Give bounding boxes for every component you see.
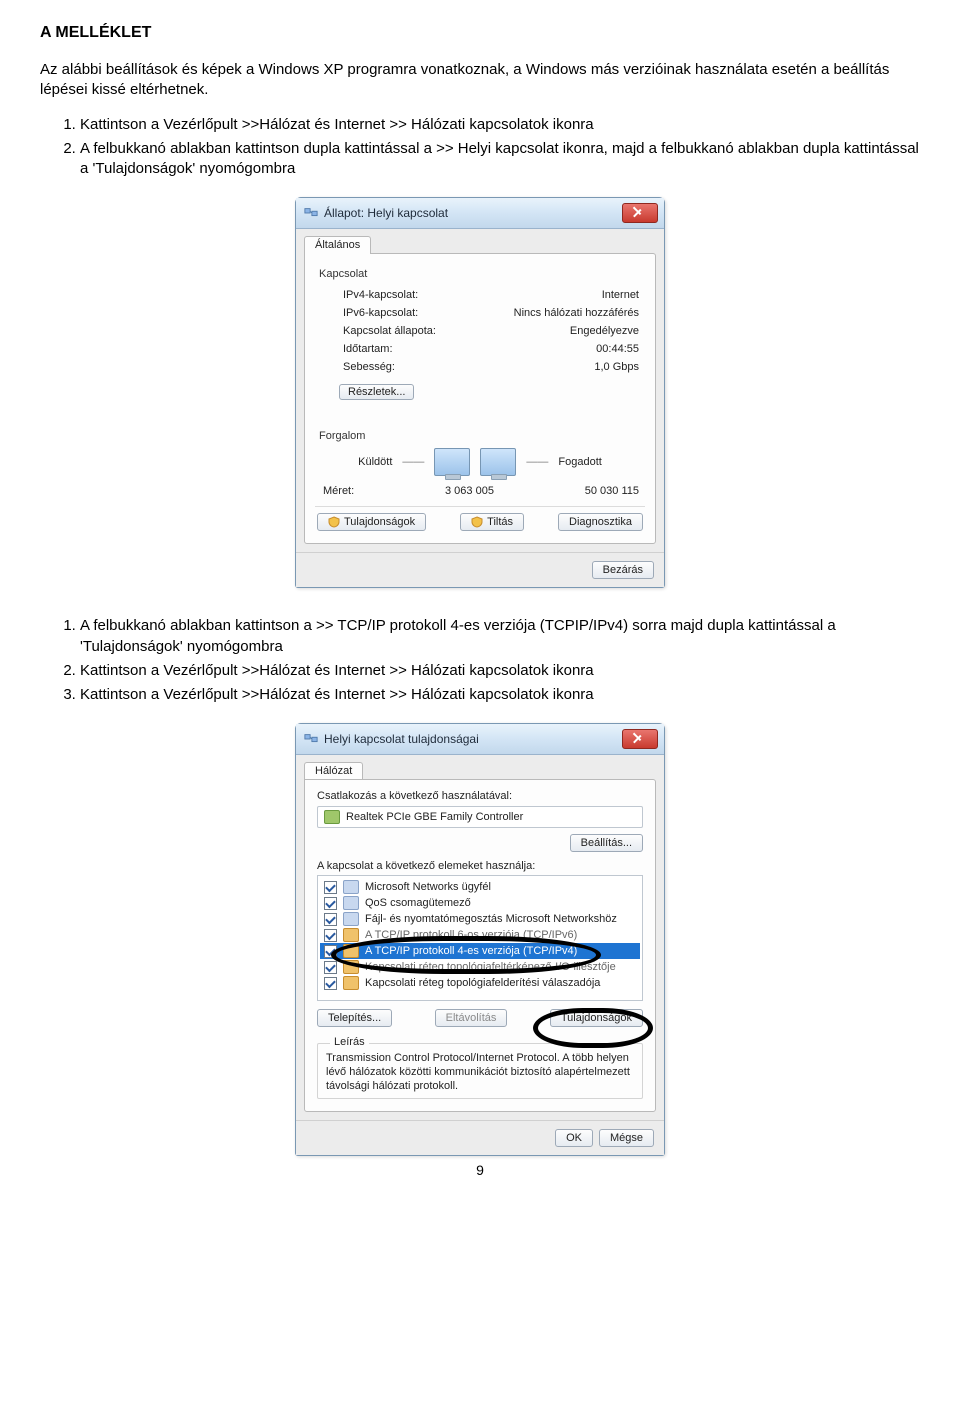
label: Sebesség: — [343, 361, 395, 373]
dialog-title: Helyi kapcsolat tulajdonságai — [324, 732, 479, 746]
uses-label: A kapcsolat a következő elemeket használ… — [317, 860, 643, 872]
titlebar: Állapot: Helyi kapcsolat — [296, 198, 664, 229]
properties-dialog: Helyi kapcsolat tulajdonságai Hálózat Cs… — [295, 723, 665, 1155]
intro-text: Az alábbi beállítások és képek a Windows… — [40, 60, 920, 101]
checkbox-icon[interactable] — [324, 945, 337, 958]
recv-label: Fogadott — [558, 456, 601, 468]
list-item: A felbukkanó ablakban kattintson a >> TC… — [80, 616, 920, 657]
list-item[interactable]: Fájl- és nyomtatómegosztás Microsoft Net… — [320, 911, 640, 927]
checkbox-icon[interactable] — [324, 929, 337, 942]
configure-button[interactable]: Beállítás... — [570, 834, 643, 852]
details-button[interactable]: Részletek... — [339, 384, 414, 400]
list-item[interactable]: Microsoft Networks ügyfél — [320, 879, 640, 895]
sent-value: 3 063 005 — [354, 485, 585, 497]
value: Nincs hálózati hozzáférés — [514, 307, 639, 319]
uninstall-button: Eltávolítás — [435, 1009, 508, 1027]
list-item: Kattintson a Vezérlőpult >>Hálózat és In… — [80, 661, 920, 681]
diagnose-button[interactable]: Diagnosztika — [558, 513, 643, 531]
label: Időtartam: — [343, 343, 393, 355]
component-icon — [343, 896, 359, 910]
status-dialog: Állapot: Helyi kapcsolat Általános Kapcs… — [295, 197, 665, 588]
cancel-button[interactable]: Mégse — [599, 1129, 654, 1147]
label: IPv6-kapcsolat: — [343, 307, 418, 319]
component-icon — [343, 976, 359, 990]
size-label: Méret: — [323, 485, 354, 497]
components-listbox[interactable]: Microsoft Networks ügyfél QoS csomagütem… — [317, 875, 643, 1001]
group-traffic: Forgalom — [319, 430, 643, 442]
group-connection: Kapcsolat — [319, 268, 643, 280]
checkbox-icon[interactable] — [324, 977, 337, 990]
close-button[interactable] — [622, 729, 658, 749]
checkbox-icon[interactable] — [324, 881, 337, 894]
list-item: Kattintson a Vezérlőpult >>Hálózat és In… — [80, 685, 920, 705]
pc-icon — [434, 448, 470, 476]
ok-button[interactable]: OK — [555, 1129, 593, 1147]
component-icon — [343, 928, 359, 942]
value: Engedélyezve — [570, 325, 639, 337]
checkbox-icon[interactable] — [324, 961, 337, 974]
tab-general[interactable]: Általános — [304, 236, 371, 254]
connect-using-label: Csatlakozás a következő használatával: — [317, 790, 643, 802]
value: 00:44:55 — [596, 343, 639, 355]
shield-icon — [471, 516, 483, 528]
list-item[interactable]: Kapcsolati réteg topológiafelderítési vá… — [320, 975, 640, 991]
dialog-title: Állapot: Helyi kapcsolat — [324, 206, 448, 220]
list-item[interactable]: QoS csomagütemező — [320, 895, 640, 911]
sent-label: Küldött — [358, 456, 392, 468]
checkbox-icon[interactable] — [324, 897, 337, 910]
recv-value: 50 030 115 — [585, 485, 639, 497]
page-number: 9 — [40, 1162, 920, 1178]
steps-list-2: A felbukkanó ablakban kattintson a >> TC… — [40, 616, 920, 705]
disable-button[interactable]: Tiltás — [460, 513, 524, 531]
close-dialog-button[interactable]: Bezárás — [592, 561, 654, 579]
list-item: A felbukkanó ablakban kattintson dupla k… — [80, 139, 920, 180]
list-item[interactable]: A TCP/IP protokoll 6-os verziója (TCP/IP… — [320, 927, 640, 943]
shield-icon — [328, 516, 340, 528]
value: 1,0 Gbps — [594, 361, 639, 373]
titlebar: Helyi kapcsolat tulajdonságai — [296, 724, 664, 755]
pc-icon — [480, 448, 516, 476]
steps-list-1: Kattintson a Vezérlőpult >>Hálózat és In… — [40, 115, 920, 180]
label: IPv4-kapcsolat: — [343, 289, 418, 301]
network-icon — [304, 206, 318, 220]
description-text: Transmission Control Protocol/Internet P… — [326, 1052, 634, 1093]
description-label: Leírás — [330, 1036, 369, 1048]
component-icon — [343, 960, 359, 974]
page-heading: A MELLÉKLET — [40, 24, 920, 42]
list-item[interactable]: Kapcsolati réteg topológiafeltérképező-I… — [320, 959, 640, 975]
install-button[interactable]: Telepítés... — [317, 1009, 392, 1027]
close-button[interactable] — [622, 203, 658, 223]
component-icon — [343, 912, 359, 926]
nic-icon — [324, 810, 340, 824]
component-icon — [343, 880, 359, 894]
tab-network[interactable]: Hálózat — [304, 762, 363, 780]
properties-button[interactable]: Tulajdonságok — [550, 1009, 643, 1027]
checkbox-icon[interactable] — [324, 913, 337, 926]
value: Internet — [602, 289, 639, 301]
network-icon — [304, 732, 318, 746]
label: Kapcsolat állapota: — [343, 325, 436, 337]
nic-name: Realtek PCIe GBE Family Controller — [346, 811, 523, 823]
list-item-selected[interactable]: A TCP/IP protokoll 4-es verziója (TCP/IP… — [320, 943, 640, 959]
component-icon — [343, 944, 359, 958]
properties-button[interactable]: Tulajdonságok — [317, 513, 426, 531]
list-item: Kattintson a Vezérlőpult >>Hálózat és In… — [80, 115, 920, 135]
